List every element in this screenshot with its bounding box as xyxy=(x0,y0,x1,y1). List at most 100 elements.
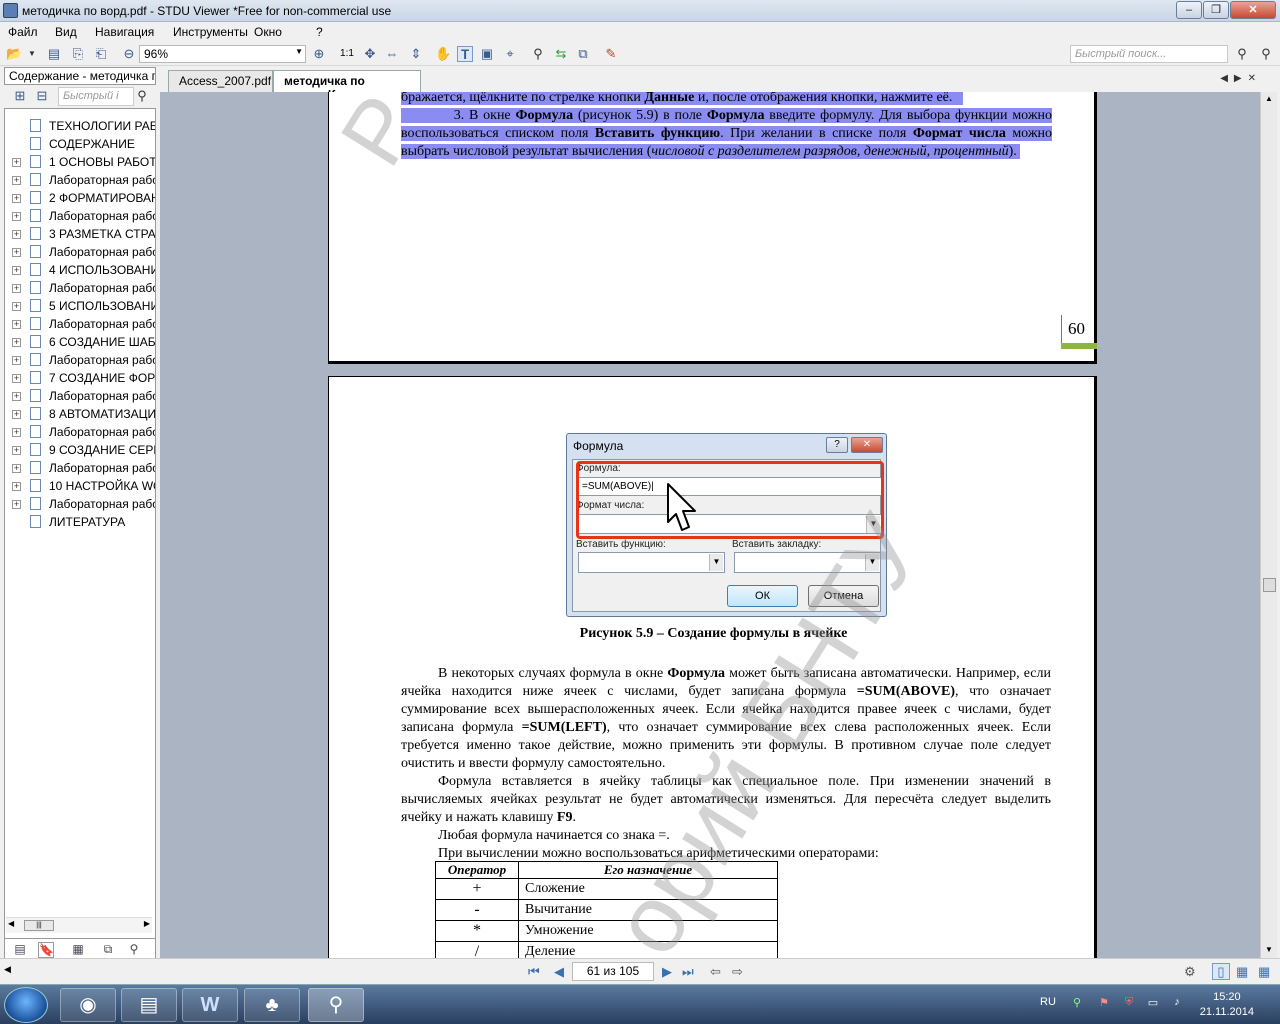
fit-width-icon[interactable]: ⇔ xyxy=(384,46,400,62)
zoom-in-icon[interactable]: ⊕ xyxy=(311,46,327,62)
close-button[interactable]: ✕ xyxy=(1230,1,1276,19)
sidebar-item[interactable]: +2 ФОРМАТИРОВАН xyxy=(5,189,155,207)
language-indicator[interactable]: RU xyxy=(1040,996,1056,1008)
expand-all-icon[interactable]: ⊞ xyxy=(12,88,28,104)
expand-icon[interactable]: + xyxy=(12,284,21,293)
search-tab-icon[interactable]: ⚲ xyxy=(126,942,142,958)
expand-icon[interactable]: + xyxy=(12,266,21,275)
menu-help[interactable]: ? xyxy=(316,25,323,39)
sync-icon[interactable]: ⇆ xyxy=(553,46,569,62)
open-dropdown-icon[interactable]: ▼ xyxy=(24,46,40,62)
image-select-icon[interactable]: ▣ xyxy=(479,46,495,62)
sidebar-item[interactable]: +4 ИСПОЛЬЗОВАНИ xyxy=(5,261,155,279)
sidebar-item[interactable]: + Лабораторная рабо xyxy=(5,351,155,369)
tab-access-2007[interactable]: Access_2007.pdf xyxy=(168,70,273,92)
thumbnails-tab-icon[interactable]: ▤ xyxy=(12,942,28,958)
multi-page-view-icon[interactable]: ▦ xyxy=(1258,964,1270,980)
flag-tray-icon[interactable]: ⚑ xyxy=(1097,996,1111,1010)
tab-metodichka[interactable]: методичка по ворд.pdf xyxy=(273,70,421,102)
scroll-right-icon[interactable]: ▶ xyxy=(144,919,150,928)
sidebar-item[interactable]: + Лабораторная рабо xyxy=(5,495,155,513)
menu-tools[interactable]: Инструменты xyxy=(173,25,248,39)
back-icon[interactable]: ⇦ xyxy=(710,964,721,980)
search-next-icon[interactable]: ⚲ xyxy=(1234,46,1250,62)
sidebar-item[interactable]: + Лабораторная рабо xyxy=(5,243,155,261)
copy-icon[interactable]: ⧉ xyxy=(575,46,591,62)
expand-icon[interactable]: + xyxy=(12,482,21,491)
contents-search-icon[interactable]: ⚲ xyxy=(134,88,150,104)
forward-icon[interactable]: ⇨ xyxy=(732,964,743,980)
start-button[interactable] xyxy=(4,987,48,1023)
highlighted-text[interactable]: бражается, щёлкните по стрелке кнопки Да… xyxy=(401,92,1053,161)
scroll-thumb[interactable]: ||| xyxy=(24,920,54,931)
save-icon[interactable]: ▤ xyxy=(46,46,62,62)
sidebar-item[interactable]: + Лабораторная рабо xyxy=(5,171,155,189)
sidebar-item[interactable]: +3 РАЗМЕТКА СТРА xyxy=(5,225,155,243)
expand-icon[interactable]: + xyxy=(12,356,21,365)
snapshot-icon[interactable]: ⌖ xyxy=(502,46,518,62)
export-icon[interactable]: ⎗ xyxy=(93,46,109,62)
scroll-down-icon[interactable]: ▼ xyxy=(1265,945,1273,954)
actual-size-button[interactable]: 1:1 xyxy=(339,46,355,62)
menu-navigation[interactable]: Навигация xyxy=(95,25,154,39)
expand-icon[interactable]: + xyxy=(12,248,21,257)
expand-icon[interactable]: + xyxy=(12,446,21,455)
system-clock[interactable]: 15:20 21.11.2014 xyxy=(1200,990,1254,1020)
expand-icon[interactable]: + xyxy=(12,212,21,221)
pages-tab-icon[interactable]: ▦ xyxy=(70,942,86,958)
network-tray-icon[interactable]: ⚲ xyxy=(1070,996,1084,1010)
sidebar-item[interactable]: СОДЕРЖАНИЕ xyxy=(5,135,155,153)
fit-page-icon[interactable]: ✥ xyxy=(362,46,378,62)
document-vscrollbar[interactable]: ▲ ▼ xyxy=(1260,92,1277,958)
document-view[interactable]: бражается, щёлкните по стрелке кнопки Да… xyxy=(160,92,1260,958)
expand-icon[interactable]: + xyxy=(12,194,21,203)
find-icon[interactable]: ⚲ xyxy=(530,46,546,62)
prev-page-icon[interactable]: ◀ xyxy=(554,964,564,980)
two-page-view-icon[interactable]: ▦ xyxy=(1236,964,1248,980)
expand-icon[interactable]: + xyxy=(12,302,21,311)
minimize-button[interactable]: – xyxy=(1176,1,1202,19)
sidebar-item[interactable]: +5 ИСПОЛЬЗОВАНИ xyxy=(5,297,155,315)
monitor-tray-icon[interactable]: ▭ xyxy=(1146,996,1160,1010)
collapse-all-icon[interactable]: ⊟ xyxy=(34,88,50,104)
zoom-out-icon[interactable]: ⊖ xyxy=(121,46,137,62)
single-page-view-icon[interactable]: ▯ xyxy=(1212,963,1230,980)
contents-hscrollbar[interactable]: ◀ ||| ▶ xyxy=(6,917,152,933)
page-indicator[interactable]: 61 из 105 xyxy=(572,962,654,981)
sidebar-item[interactable]: +7 СОЗДАНИЕ ФОРМ xyxy=(5,369,155,387)
expand-icon[interactable]: + xyxy=(12,158,21,167)
settings-icon[interactable]: ⚙ xyxy=(1184,964,1196,980)
expand-icon[interactable]: + xyxy=(12,176,21,185)
zoom-select[interactable]: 96% ▼ xyxy=(139,45,306,63)
sidebar-item[interactable]: + Лабораторная рабо xyxy=(5,459,155,477)
sidebar-item[interactable]: ЛИТЕРАТУРА xyxy=(5,513,155,531)
menu-file[interactable]: Файл xyxy=(8,25,38,39)
stdu-viewer-taskbar-icon[interactable]: ⚲ xyxy=(308,988,364,1022)
scroll-left-icon[interactable]: ◀ xyxy=(4,964,11,975)
highlight-icon[interactable]: ✎ xyxy=(603,46,619,62)
expand-icon[interactable]: + xyxy=(12,464,21,473)
chrome-taskbar-icon[interactable]: ◉ xyxy=(60,988,116,1022)
sidebar-item[interactable]: + Лабораторная рабо xyxy=(5,207,155,225)
layers-tab-icon[interactable]: ⧉ xyxy=(100,942,116,958)
contents-search-input[interactable]: Быстрый і xyxy=(58,87,134,106)
expand-icon[interactable]: + xyxy=(12,338,21,347)
sidebar-item[interactable]: +1 ОСНОВЫ РАБОТЫ xyxy=(5,153,155,171)
scroll-thumb[interactable] xyxy=(1263,578,1276,592)
next-page-icon[interactable]: ▶ xyxy=(662,964,672,980)
expand-icon[interactable]: + xyxy=(12,392,21,401)
shield-tray-icon[interactable]: ⛨ xyxy=(1122,996,1136,1010)
maximize-button[interactable]: ❐ xyxy=(1203,1,1229,19)
fit-visible-icon[interactable]: ⇕ xyxy=(408,46,424,62)
expand-icon[interactable]: + xyxy=(12,500,21,509)
text-select-icon[interactable]: 𝐓 xyxy=(457,46,473,62)
sidebar-item[interactable]: + Лабораторная рабо xyxy=(5,423,155,441)
bookmarks-tab-icon[interactable]: 🔖 xyxy=(38,942,54,958)
sidebar-item[interactable]: ТЕХНОЛОГИИ РАБ xyxy=(5,117,155,135)
sidebar-item[interactable]: +9 СОЗДАНИЕ СЕРИ xyxy=(5,441,155,459)
scroll-left-icon[interactable]: ◀ xyxy=(8,919,14,928)
app-taskbar-icon[interactable]: ♣ xyxy=(244,988,300,1022)
sidebar-item[interactable]: +8 АВТОМАТИЗАЦИ xyxy=(5,405,155,423)
page-settings-icon[interactable]: ⎘ xyxy=(70,46,86,62)
contents-panel-title[interactable]: Содержание - методичка п xyxy=(4,67,156,85)
